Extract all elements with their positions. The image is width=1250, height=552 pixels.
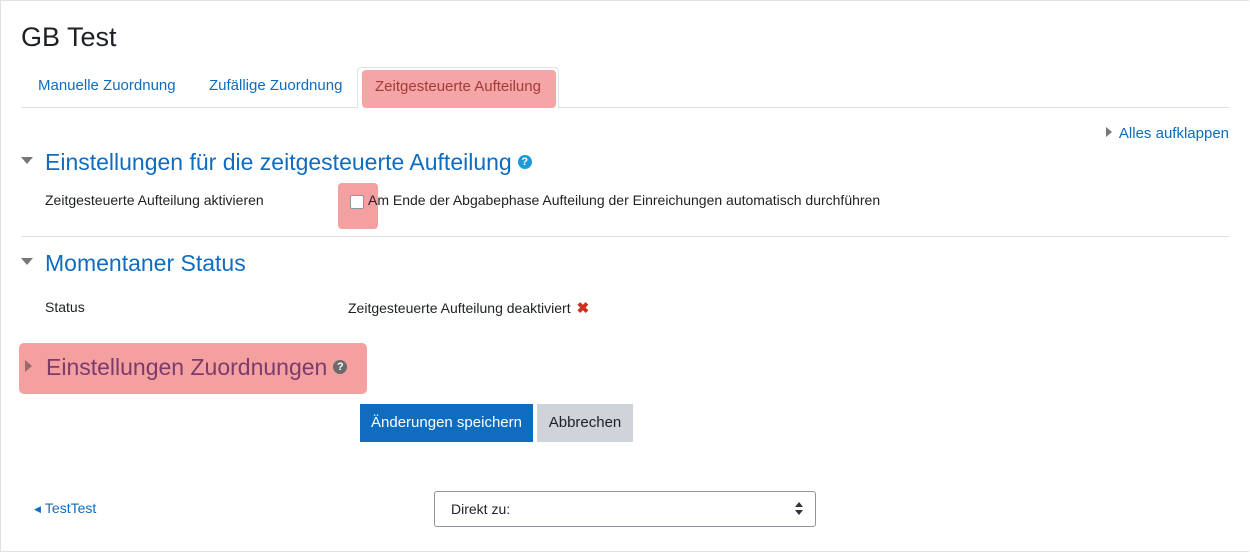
caret-down-icon bbox=[21, 258, 33, 266]
section-title-scheduled: Einstellungen für die zeitgesteuerte Auf… bbox=[45, 149, 512, 175]
field-label-enable: Zeitgesteuerte Aufteilung aktivieren bbox=[45, 192, 264, 208]
caret-right-icon bbox=[25, 359, 32, 372]
tab-scheduled-allocation[interactable]: Zeitgesteuerte Aufteilung bbox=[357, 67, 559, 109]
select-arrows-icon bbox=[795, 501, 803, 517]
prev-link-label: TestTest bbox=[44, 500, 97, 516]
save-button[interactable]: Änderungen speichern bbox=[360, 404, 533, 442]
cancel-button[interactable]: Abbrechen bbox=[537, 404, 633, 442]
page-title: GB Test bbox=[21, 22, 117, 52]
tab-manual-allocation[interactable]: Manuelle Zuordnung bbox=[38, 67, 176, 105]
question-circle-icon[interactable]: ? bbox=[517, 154, 532, 169]
x-icon: ✖ bbox=[576, 300, 590, 317]
section-header-scheduled[interactable]: Einstellungen für die zeitgesteuerte Auf… bbox=[21, 149, 532, 176]
expand-all-link[interactable]: Alles aufklappen bbox=[1105, 125, 1229, 142]
section-title-status: Momentaner Status bbox=[45, 250, 246, 276]
enable-scheduled-checkbox[interactable] bbox=[350, 195, 364, 209]
caret-down-icon bbox=[21, 157, 33, 165]
section-divider bbox=[21, 236, 1229, 237]
tab-random-allocation[interactable]: Zufällige Zuordnung bbox=[209, 67, 342, 105]
caret-right-icon bbox=[1105, 127, 1112, 138]
question-circle-icon[interactable]: ? bbox=[333, 359, 348, 374]
checkbox-label[interactable]: Am Ende der Abgabephase Aufteilung der E… bbox=[368, 192, 880, 208]
status-value: Zeitgesteuerte Aufteilung deaktiviert ✖ bbox=[348, 299, 589, 317]
tab-bar: Manuelle Zuordnung Zufällige Zuordnung Z… bbox=[21, 67, 1229, 109]
section-header-allocation[interactable]: Einstellungen Zuordnungen? bbox=[21, 354, 348, 381]
prev-activity-link[interactable]: ◀ TestTest bbox=[34, 500, 96, 516]
section-header-status[interactable]: Momentaner Status bbox=[21, 250, 246, 277]
expand-all-label: Alles aufklappen bbox=[1118, 125, 1229, 142]
status-text: Zeitgesteuerte Aufteilung deaktiviert bbox=[348, 300, 571, 316]
section-title-allocation: Einstellungen Zuordnungen bbox=[46, 354, 328, 380]
tab-scheduled-label: Zeitgesteuerte Aufteilung bbox=[375, 78, 541, 95]
arrow-left-icon: ◀ bbox=[34, 504, 41, 514]
field-label-status: Status bbox=[45, 299, 85, 315]
jump-to-value: Direkt zu: bbox=[451, 501, 511, 517]
jump-to-select[interactable]: Direkt zu: bbox=[434, 491, 816, 527]
